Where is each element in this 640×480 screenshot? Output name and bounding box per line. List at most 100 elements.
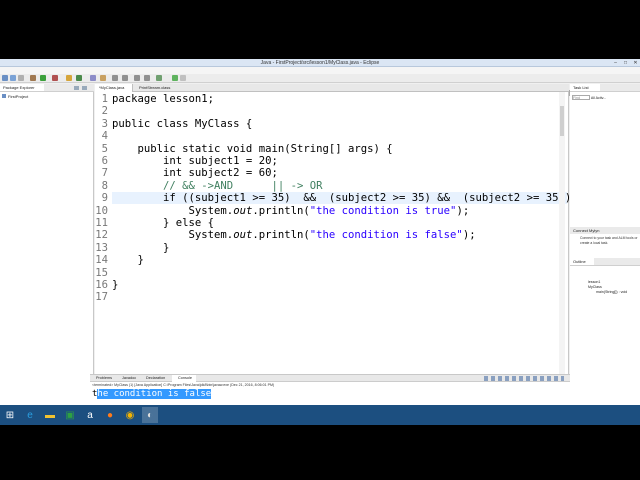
line-number: 15	[95, 266, 108, 279]
package-explorer-tab[interactable]: Package Explorer	[0, 84, 44, 91]
line-number: 8	[101, 179, 108, 192]
line-number: 10	[95, 204, 108, 217]
code-line: }	[112, 279, 119, 291]
debug-icon[interactable]	[30, 75, 36, 81]
tree-item-firstproject[interactable]: FirstProject	[2, 94, 92, 100]
outline-item-method[interactable]: main(String[]) : void	[596, 290, 627, 295]
outline-tab[interactable]: Outline	[570, 258, 594, 265]
line-number: 7	[101, 167, 108, 180]
line-number: 13	[95, 241, 108, 254]
scrollbar-thumb[interactable]	[560, 106, 564, 136]
task-filter-all[interactable]: All	[591, 96, 595, 100]
console-output[interactable]: the condition is false	[92, 389, 212, 400]
pin-icon[interactable]	[156, 75, 162, 81]
code-line: System.out.println("the condition is fal…	[112, 229, 476, 242]
tab-declaration[interactable]: Declaration	[140, 375, 170, 382]
new-class-icon[interactable]	[76, 75, 82, 81]
code-line: // && ->AND || -> OR	[163, 179, 323, 192]
task-find-input[interactable]: Find	[572, 95, 590, 100]
code-line: }	[112, 241, 170, 254]
back-icon[interactable]	[134, 75, 140, 81]
line-number: 2	[101, 105, 108, 118]
line-number: 1	[101, 93, 108, 105]
forward-icon[interactable]	[144, 75, 150, 81]
print-icon[interactable]	[18, 75, 24, 81]
task-list-tab[interactable]: Task List	[570, 84, 600, 91]
line-number: 3	[101, 117, 108, 130]
open-type-icon[interactable]	[90, 75, 96, 81]
line-number: 5	[101, 142, 108, 155]
line-number: 4	[101, 130, 108, 143]
close-button[interactable]: ✕	[631, 60, 640, 66]
minimize-view-icon[interactable]	[74, 86, 79, 90]
console-toolbar-icons[interactable]	[484, 376, 564, 381]
code-line: public static void main(String[] args) {	[112, 142, 393, 155]
prev-annotation-icon[interactable]	[122, 75, 128, 81]
toolbar-icon[interactable]	[180, 75, 186, 81]
line-number: 12	[95, 229, 108, 242]
firefox-icon[interactable]: ●	[102, 407, 118, 423]
tab-printstream-class[interactable]: PrintStream.class	[135, 84, 171, 92]
connect-mylyn-text[interactable]: Connect to your task and ALM tools or cr…	[580, 236, 638, 245]
file-explorer-icon[interactable]: ▬	[42, 407, 58, 423]
tab-javadoc[interactable]: Javadoc	[116, 375, 138, 382]
amazon-icon[interactable]: a	[82, 407, 98, 423]
connect-mylyn-title: Connect Mylyn	[570, 227, 640, 234]
code-line: package lesson1;	[112, 93, 215, 105]
package-explorer-header: Package Explorer	[0, 84, 94, 92]
editor-scrollbar[interactable]	[559, 92, 565, 374]
eclipse-icon[interactable]: ◐	[142, 407, 158, 423]
code-area[interactable]: package lesson1; public class MyClass { p…	[112, 92, 584, 374]
task-list-header: Task List	[570, 84, 640, 92]
windows-logo-icon[interactable]: ⊞	[2, 407, 18, 423]
internet-explorer-icon[interactable]: e	[22, 407, 38, 423]
code-line: System.out.println("the condition is tru…	[112, 204, 470, 217]
chrome-icon[interactable]: ◉	[122, 407, 138, 423]
excel-icon[interactable]: ▣	[62, 407, 78, 423]
line-number: 14	[95, 254, 108, 267]
line-number: 6	[101, 155, 108, 167]
tab-myclass-java[interactable]: *MyClass.java	[95, 84, 133, 92]
title-bar: Java - FirstProject/src/lesson1/MyClass.…	[0, 59, 640, 67]
windows-taskbar: ⊞ e ▬ ▣ a ● ◉ ◐	[0, 405, 640, 425]
search-icon[interactable]	[100, 75, 106, 81]
maximize-button[interactable]: □	[621, 60, 630, 66]
console-terminated-label: <terminated> MyClass (1) [Java Applicati…	[92, 383, 275, 387]
line-number: 17	[95, 291, 108, 304]
tab-problems[interactable]: Problems	[90, 375, 114, 382]
minimize-button[interactable]: –	[611, 60, 620, 66]
maximize-view-icon[interactable]	[82, 86, 87, 90]
right-panel: Task List Find All Activ... Connect Myly…	[570, 84, 640, 415]
task-find-row: Find All Activ...	[572, 95, 638, 101]
code-line: if ((subject1 >= 35) && (subject2 >= 35)…	[112, 192, 584, 205]
window-title: Java - FirstProject/src/lesson1/MyClass.…	[260, 60, 380, 66]
bottom-tabs: Problems Javadoc Declaration Console	[90, 375, 570, 382]
tree-item-label: FirstProject	[8, 94, 29, 99]
code-editor: *MyClass.java PrintStream.class 12345678…	[95, 84, 584, 374]
menu-bar: FileEditSourceRefactorNavigateSearchProj…	[0, 67, 640, 81]
code-line: public class MyClass {	[112, 117, 253, 130]
main-toolbar: Quick Access	[0, 74, 640, 97]
code-line: }	[112, 254, 144, 267]
tab-console[interactable]: Console	[172, 375, 196, 382]
new-icon[interactable]	[2, 75, 8, 81]
line-number: 16	[95, 279, 108, 291]
line-number: 11	[95, 217, 108, 229]
task-activate[interactable]: Activ...	[596, 96, 607, 100]
editor-tabs: *MyClass.java PrintStream.class	[95, 84, 569, 92]
next-annotation-icon[interactable]	[112, 75, 118, 81]
new-package-icon[interactable]	[66, 75, 72, 81]
run-icon[interactable]	[40, 75, 46, 81]
launch-icon[interactable]	[172, 75, 178, 81]
save-icon[interactable]	[10, 75, 16, 81]
external-tools-icon[interactable]	[52, 75, 58, 81]
line-number-gutter: 1 2 3 4 5 6 7 8 9 10 11 12 13 14 15 16 17	[95, 92, 110, 374]
line-number: 9	[101, 192, 108, 205]
code-line: int subject1 = 20;	[112, 155, 278, 167]
package-explorer: Package Explorer FirstProject	[0, 84, 94, 415]
eclipse-window: Java - FirstProject/src/lesson1/MyClass.…	[0, 59, 640, 425]
